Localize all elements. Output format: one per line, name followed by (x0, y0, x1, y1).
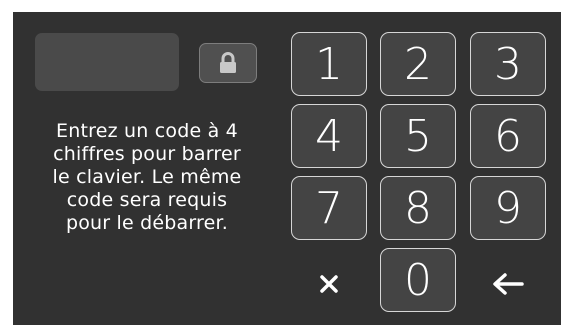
instructions-text: Entrez un code à 4 chiffres pour barrer … (27, 120, 267, 235)
key-2[interactable]: 2 (380, 32, 456, 96)
instructions-line-4: code sera requis (66, 189, 228, 211)
instructions-line-2: chiffres pour barrer (53, 143, 241, 165)
key-4[interactable]: 4 (291, 104, 367, 168)
key-6[interactable]: 6 (470, 104, 546, 168)
key-0[interactable]: 0 (380, 248, 456, 312)
arrow-left-icon (493, 273, 524, 295)
clear-button[interactable] (291, 252, 367, 316)
key-7[interactable]: 7 (291, 176, 367, 240)
instructions-line-5: pour le débarrer. (65, 212, 229, 234)
key-3[interactable]: 3 (470, 32, 546, 96)
key-8[interactable]: 8 (380, 176, 456, 240)
keypad-lock-screen: Entrez un code à 4 chiffres pour barrer … (13, 12, 561, 325)
lock-button[interactable] (199, 43, 257, 83)
close-icon (320, 275, 338, 293)
key-5[interactable]: 5 (380, 104, 456, 168)
instructions-line-1: Entrez un code à 4 (56, 120, 238, 142)
key-9[interactable]: 9 (470, 176, 546, 240)
instructions-line-3: le clavier. Le même (52, 166, 242, 188)
lock-icon (220, 52, 236, 73)
code-display-field (35, 33, 179, 91)
key-1[interactable]: 1 (291, 32, 367, 96)
backspace-button[interactable] (470, 252, 546, 316)
